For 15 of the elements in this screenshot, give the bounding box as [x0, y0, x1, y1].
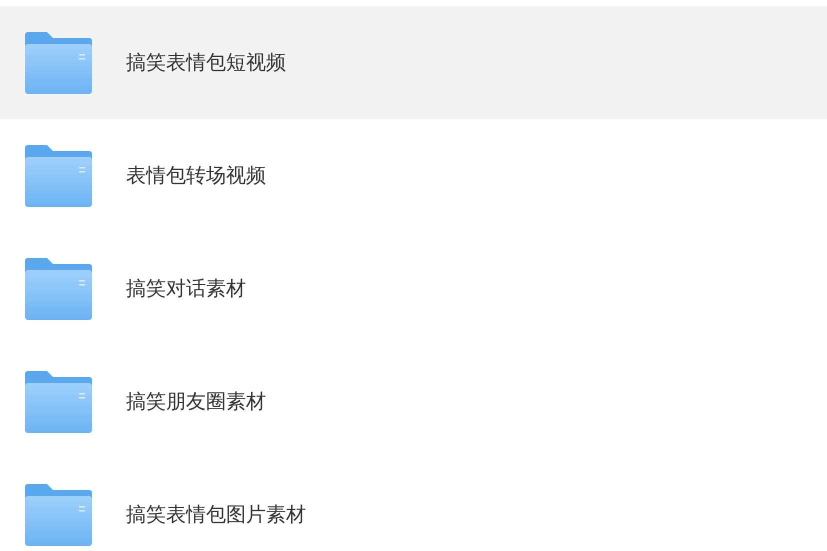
folder-name: 搞笑表情包图片素材 [126, 501, 306, 528]
folder-name: 搞笑朋友圈素材 [126, 388, 266, 415]
folder-icon [25, 258, 92, 320]
folder-row[interactable]: 搞笑朋友圈素材 [0, 345, 827, 458]
folder-icon [25, 370, 92, 432]
folder-row[interactable]: 搞笑表情包图片素材 [0, 458, 827, 551]
folder-row[interactable]: 搞笑对话素材 [0, 232, 827, 345]
folder-name: 表情包转场视频 [126, 162, 266, 189]
folder-icon [25, 32, 92, 94]
folder-name: 搞笑对话素材 [126, 275, 246, 302]
folder-row[interactable]: 表情包转场视频 [0, 119, 827, 232]
folder-icon [25, 144, 92, 206]
folder-name: 搞笑表情包短视频 [126, 49, 286, 76]
folder-row[interactable]: 搞笑表情包短视频 [0, 6, 827, 119]
folder-icon [25, 484, 92, 546]
